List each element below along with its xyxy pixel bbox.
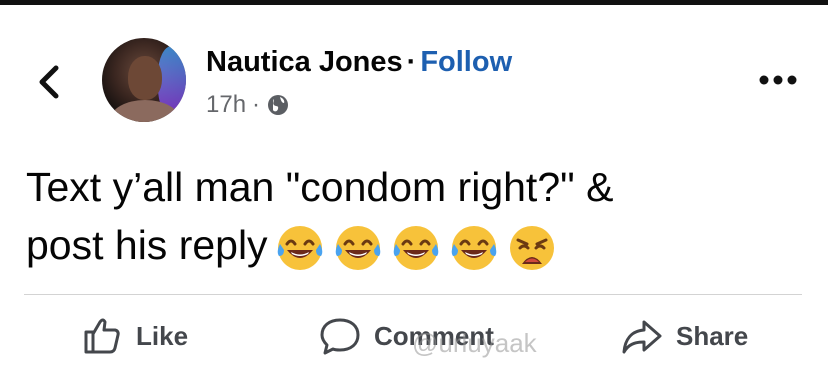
avatar-face bbox=[128, 56, 162, 100]
author-name[interactable]: Nautica Jones bbox=[206, 46, 403, 78]
back-chevron-icon[interactable] bbox=[32, 62, 66, 102]
face-with-tears-of-joy-icon bbox=[451, 226, 496, 271]
face-with-tears-of-joy-icon bbox=[393, 226, 438, 271]
post-header-name-line: Nautica Jones · Follow bbox=[206, 46, 512, 79]
like-button[interactable]: Like bbox=[80, 312, 188, 360]
avatar[interactable] bbox=[102, 38, 186, 122]
post-text-line-2-row: post his reply bbox=[26, 216, 786, 274]
share-label: Share bbox=[676, 320, 749, 351]
post-text-line-2: post his reply bbox=[26, 222, 268, 268]
weary-face-icon bbox=[509, 226, 554, 271]
meta-separator: · bbox=[252, 91, 261, 118]
emoji-row bbox=[274, 222, 558, 274]
face-with-tears-of-joy-icon bbox=[335, 226, 380, 271]
thumbs-up-icon bbox=[84, 318, 120, 354]
more-options-icon[interactable] bbox=[756, 70, 800, 90]
globe-icon[interactable] bbox=[266, 93, 290, 117]
top-edge-bar bbox=[0, 0, 828, 5]
actions-divider bbox=[24, 294, 802, 295]
comment-bubble-icon bbox=[320, 318, 360, 355]
post-meta: 17h · bbox=[206, 91, 290, 119]
post-text-line-1: Text y’all man "condom right?" & bbox=[26, 164, 614, 210]
share-arrow-icon bbox=[622, 320, 662, 354]
post-time[interactable]: 17h bbox=[206, 91, 246, 119]
post-body: Text y’all man "condom right?" & post hi… bbox=[26, 158, 786, 274]
face-with-tears-of-joy-icon bbox=[277, 226, 322, 271]
share-button[interactable]: Share bbox=[620, 312, 748, 360]
follow-button[interactable]: Follow bbox=[420, 46, 512, 78]
name-separator: · bbox=[406, 46, 417, 78]
like-label: Like bbox=[136, 320, 189, 351]
video-watermark: @urluyaak bbox=[412, 328, 537, 358]
